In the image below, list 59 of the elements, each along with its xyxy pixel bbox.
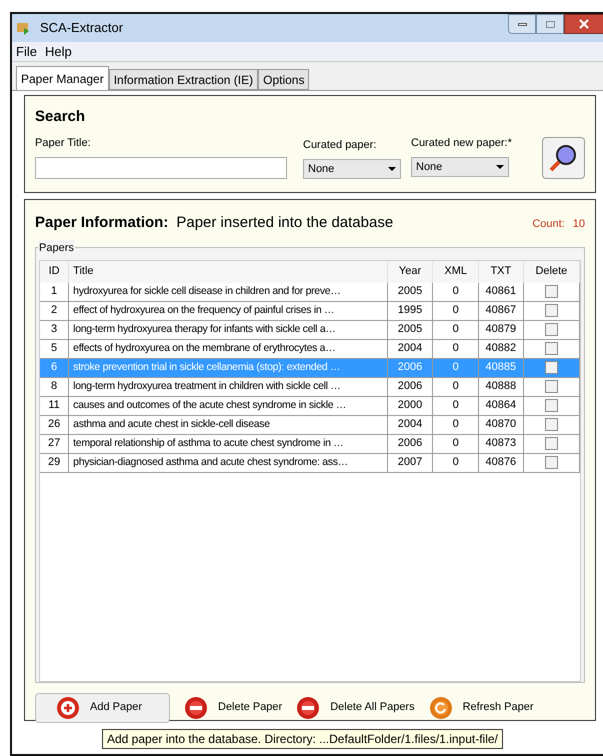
table-cell: 29 [40, 454, 70, 472]
close-button[interactable] [564, 14, 603, 34]
field-label: Curated paper: [303, 138, 378, 152]
delete-checkbox[interactable] [544, 285, 558, 298]
menu-item[interactable]: File [16, 42, 37, 62]
field-label: Curated new paper:* [411, 136, 512, 150]
tab[interactable]: Options [258, 69, 310, 90]
search-icon [548, 143, 578, 173]
plus-icon [56, 696, 80, 720]
delete-checkbox[interactable] [544, 380, 558, 393]
group-legend: Papers [38, 240, 75, 256]
caret-icon [388, 167, 396, 171]
minimize-button[interactable] [508, 14, 536, 34]
delete-checkbox[interactable] [544, 323, 558, 336]
delete-checkbox[interactable] [544, 418, 558, 431]
action-button[interactable]: Refresh Paper [428, 692, 534, 722]
tab[interactable]: Paper Manager [16, 66, 109, 90]
table-row[interactable]: 8 long-term hydroxyurea treatment in children with sickle cell … 2006 0 40888 [40, 378, 580, 396]
minus-icon [296, 696, 320, 720]
action-button[interactable]: Delete Paper [184, 692, 282, 722]
table-cell: 40876 [479, 454, 524, 472]
info-heading: Paper Information: [35, 213, 168, 233]
table-row[interactable]: 29 physician-diagnosed asthma and acute chest syndrome: ass… 2007 0 40876 [40, 454, 580, 472]
delete-checkbox[interactable] [544, 361, 558, 374]
table-cell: physician-diagnosed asthma and acute chest syndrome: ass… [69, 454, 388, 472]
delete-checkbox[interactable] [544, 304, 558, 317]
curated-dropdown[interactable]: None [303, 159, 401, 179]
refresh-icon [428, 696, 453, 720]
paper-title-field[interactable] [35, 157, 287, 179]
table-row[interactable]: 1 hydroxyurea for sickle cell disease in children and for preve… 2005 0 40861 [40, 282, 580, 302]
delete-checkbox[interactable] [544, 456, 558, 469]
search-button[interactable] [542, 137, 585, 179]
table-row[interactable]: 3 long-term hydroxyurea therapy for infants with sickle cell a… 2005 0 40879 [40, 320, 580, 340]
table-cell: 0 [433, 454, 479, 472]
table-row[interactable]: 26 asthma and acute chest in sickle-cell disease 2004 0 40870 [40, 416, 580, 434]
window-title: SCA-Extractor [40, 19, 124, 38]
field-label: Paper Title: [35, 136, 92, 150]
menu-item[interactable]: Help [44, 42, 72, 62]
table-cell: 2007 [388, 454, 434, 472]
table-row[interactable]: 2 effect of hydroxyurea on the frequency of painful crises in … 1995 0 40867 [40, 302, 580, 320]
table-row[interactable]: 11 causes and outcomes of the acute chest syndrome in sickle … 2000 0 40864 [40, 396, 580, 416]
table-row[interactable]: 27 temporal relationship of asthma to acute chest syndrome in … 2006 0 40873 [40, 434, 580, 454]
close-icon [579, 19, 589, 29]
search-heading: Search [35, 107, 86, 127]
info-message: Paper inserted into the database [176, 213, 394, 233]
minus-icon [184, 696, 208, 720]
table-row[interactable]: 5 effects of hydroxyurea on the membrane of erythrocytes a… 2004 0 40882 [40, 340, 580, 358]
delete-checkbox[interactable] [544, 342, 558, 355]
delete-checkbox[interactable] [544, 399, 558, 412]
delete-checkbox[interactable] [544, 437, 558, 450]
tooltip: Add paper into the database. Directory: ...DefaultFolder/1.files/1.input-file/ [102, 729, 503, 749]
maximize-button[interactable] [536, 14, 564, 34]
tab[interactable]: Information Extraction (IE) [108, 69, 258, 90]
action-button[interactable]: Add Paper [35, 692, 170, 722]
action-button[interactable]: Delete All Papers [296, 692, 415, 722]
curated-new-dropdown[interactable]: None [411, 157, 509, 177]
caret-icon [496, 165, 504, 169]
count-label: Count: [532, 217, 565, 232]
count-value: 10 [572, 217, 585, 232]
